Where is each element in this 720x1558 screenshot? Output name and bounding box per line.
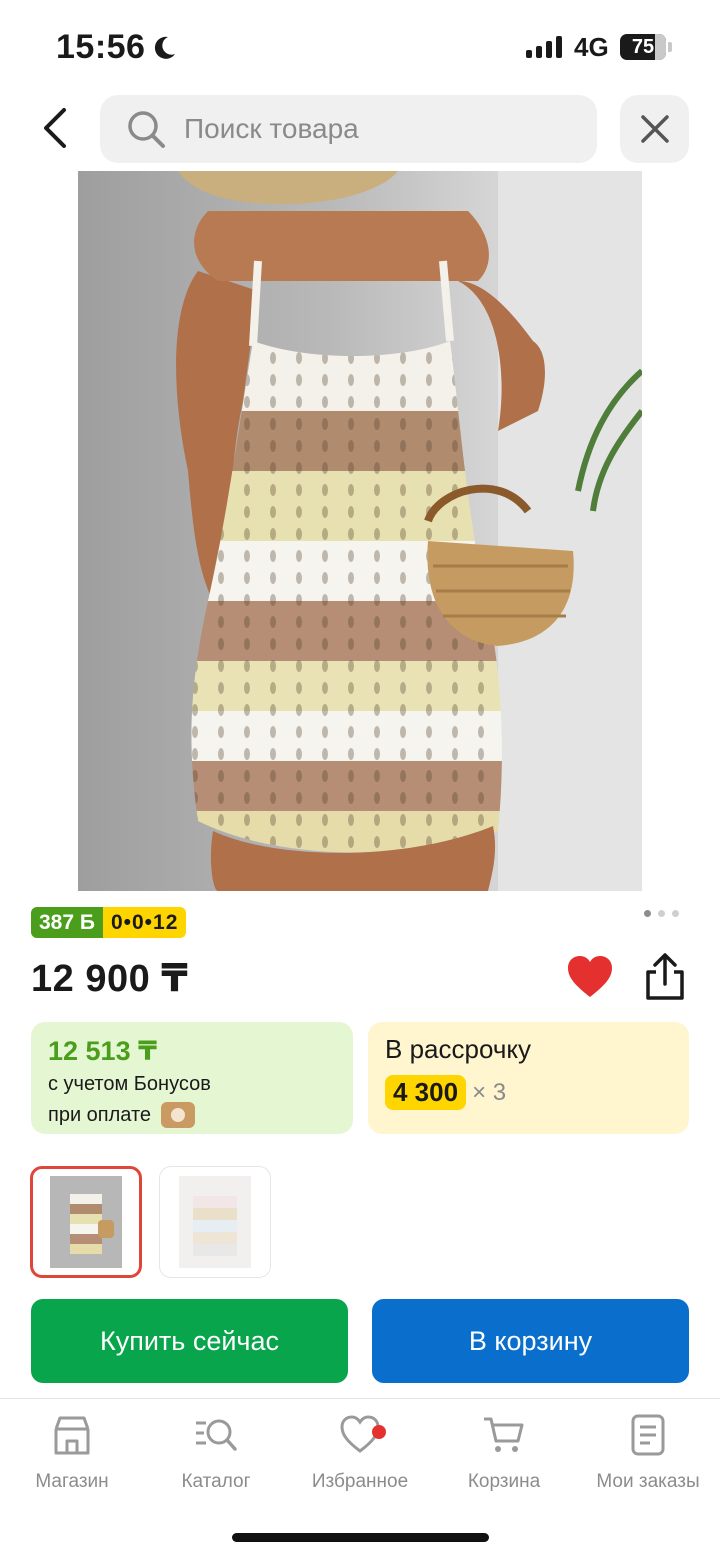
battery-indicator: 75 xyxy=(620,34,672,60)
tab-cart[interactable]: Корзина xyxy=(432,1413,576,1493)
bonus-badge: 387 Б xyxy=(31,907,103,938)
close-icon xyxy=(640,115,669,143)
cart-icon xyxy=(484,1417,524,1452)
pagination-dot xyxy=(672,910,679,917)
bonus-price-card[interactable]: 12 513 ₸ с учетом Бонусов при оплате xyxy=(31,1022,353,1134)
search-icon xyxy=(128,111,165,148)
buy-now-button[interactable]: Купить сейчас xyxy=(31,1299,348,1383)
bonus-line-1: с учетом Бонусов xyxy=(48,1073,211,1095)
status-bar: 15:56 4G 75 xyxy=(0,0,720,90)
installment-badge: 0•0•12 xyxy=(102,907,187,938)
product-badges: 387 Б 0•0•12 xyxy=(31,907,187,938)
pagination-dot xyxy=(644,910,651,917)
tab-label: Мои заказы xyxy=(596,1471,700,1492)
catalog-search-icon xyxy=(196,1419,237,1451)
kaspi-icon xyxy=(161,1102,196,1128)
product-image[interactable] xyxy=(78,171,642,891)
bonus-line-2: при оплате xyxy=(48,1102,353,1128)
add-to-cart-button[interactable]: В корзину xyxy=(372,1299,689,1383)
heart-icon[interactable] xyxy=(566,954,614,1000)
tab-label: Каталог xyxy=(181,1471,251,1492)
battery-level: 75 xyxy=(631,36,655,58)
tab-catalog[interactable]: Каталог xyxy=(144,1413,288,1493)
thumbnail-2[interactable] xyxy=(159,1166,271,1278)
tab-label: Избранное xyxy=(311,1471,409,1492)
chevron-left-icon xyxy=(44,108,66,148)
status-time: 15:56 xyxy=(56,28,146,66)
tab-orders[interactable]: Мои заказы xyxy=(576,1413,720,1493)
dress-photo xyxy=(176,171,642,891)
installment-title: В рассрочку xyxy=(385,1034,532,1064)
network-label: 4G xyxy=(574,32,609,62)
moon-icon xyxy=(154,36,175,59)
pagination-dot xyxy=(658,910,665,917)
bonus-price: 12 513 ₸ xyxy=(48,1036,157,1066)
thumbnail-image xyxy=(179,1176,251,1268)
search-input[interactable] xyxy=(184,113,564,145)
tab-label: Магазин xyxy=(35,1471,109,1492)
thumbnail-1[interactable] xyxy=(30,1166,142,1278)
shop-icon xyxy=(54,1416,90,1455)
notification-dot xyxy=(372,1425,386,1439)
orders-icon xyxy=(631,1414,665,1456)
product-price: 12 900 ₸ xyxy=(31,958,189,1000)
tab-shop[interactable]: Магазин xyxy=(0,1413,144,1493)
tab-label: Корзина xyxy=(467,1471,541,1492)
thumbnail-image xyxy=(50,1176,122,1268)
installment-card[interactable]: В рассрочку 4 300 × 3 xyxy=(368,1022,689,1134)
tab-favorites[interactable]: Избранное xyxy=(288,1413,432,1493)
close-button[interactable] xyxy=(620,95,689,163)
search-box[interactable] xyxy=(100,95,597,163)
signal-icon xyxy=(526,36,562,58)
home-indicator xyxy=(232,1533,489,1542)
image-pagination xyxy=(644,910,679,917)
share-icon[interactable] xyxy=(640,952,690,1002)
bonus-line-2-text: при оплате xyxy=(48,1103,152,1126)
installment-times: × 3 xyxy=(472,1078,507,1106)
installment-amount: 4 300 xyxy=(385,1075,467,1110)
back-button[interactable] xyxy=(30,100,80,156)
